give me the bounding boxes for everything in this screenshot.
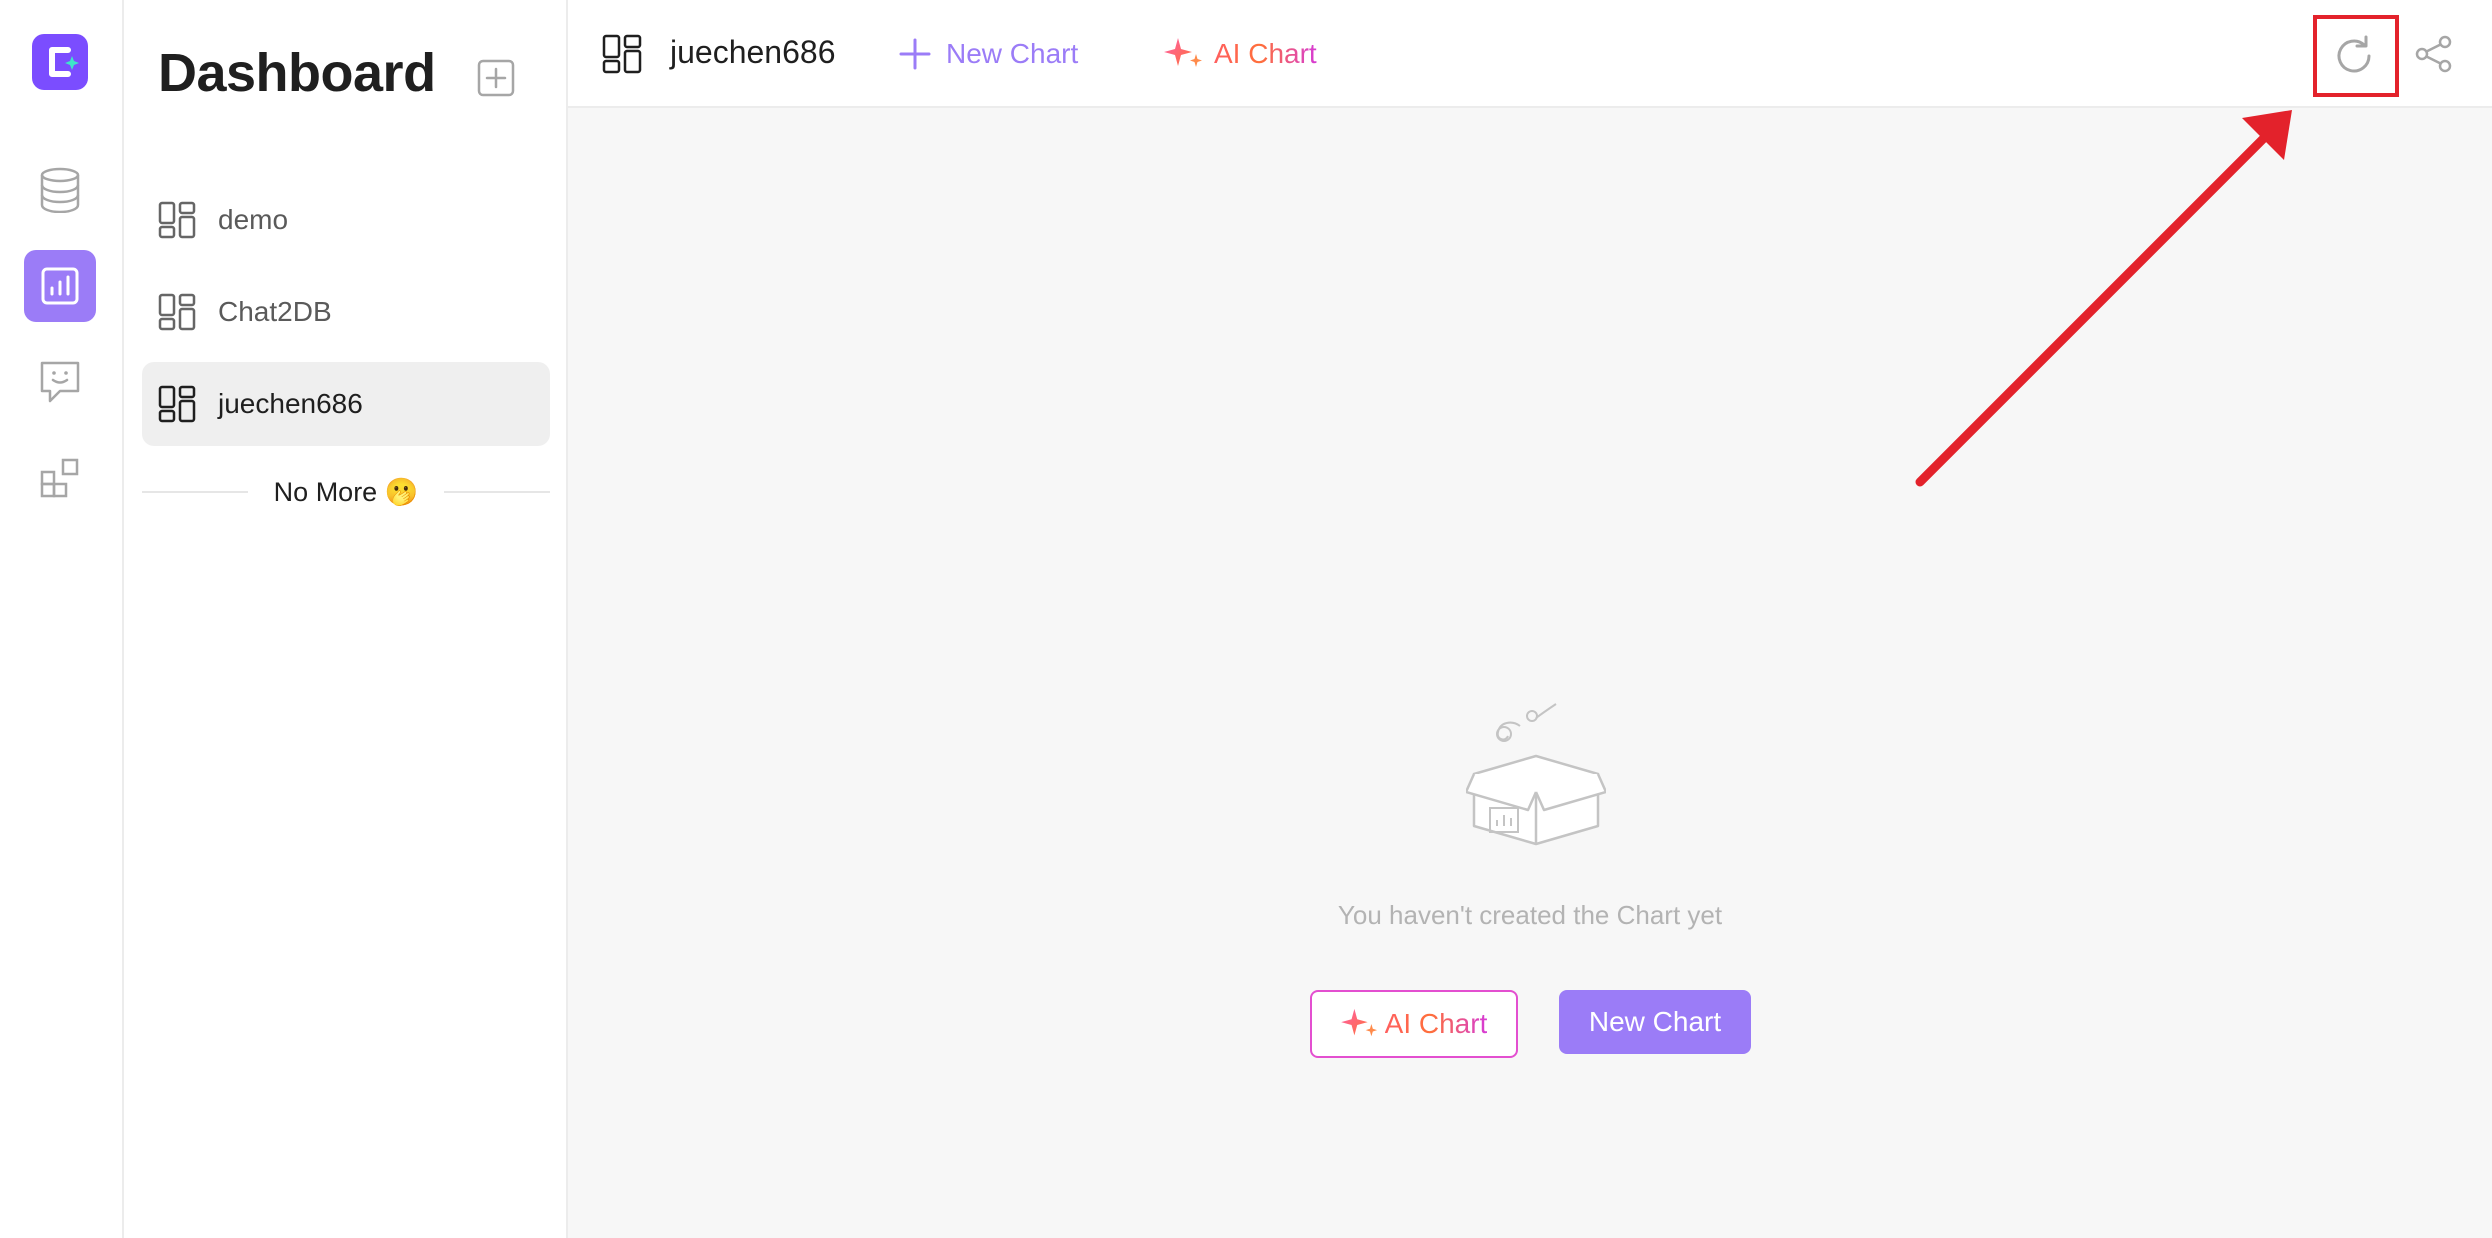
app-logo[interactable] [32,34,88,90]
sidebar-item-label: juechen686 [218,388,363,419]
sparkle-icon [1340,1008,1377,1037]
dashboard-grid-icon [158,201,196,239]
nav-dashboard[interactable] [24,250,96,322]
chat-bot-icon [40,361,80,403]
new-chart-button[interactable]: New Chart [1559,990,1751,1054]
dashboard-name: juechen686 [670,34,836,70]
dashboard-chart-icon [41,267,79,305]
dashboard-grid-icon [158,385,196,423]
ai-chart-link[interactable]: AI Chart [1164,30,1317,78]
empty-state-message: You haven't created the Chart yet [1337,900,1723,930]
apps-icon [40,458,79,498]
dashboard-grid-icon [602,34,642,74]
ai-chart-label: AI Chart [1214,38,1317,69]
new-chart-label: New Chart [946,38,1079,69]
sidebar-item-label: demo [218,204,289,235]
share-icon [2415,35,2452,73]
database-icon [40,167,80,213]
annotation-highlight-box [2313,15,2399,97]
logo-icon [49,47,79,77]
sidebar-item-demo[interactable]: demo [142,178,550,262]
nav-chat[interactable] [24,346,96,418]
divider-line [444,491,550,493]
icon-rail [0,0,124,1238]
nav-apps[interactable] [24,442,96,514]
plus-icon [899,38,931,70]
dashboard-sidebar: Dashboard demo Chat2DB juechen686 No Mor… [124,0,568,1238]
divider-line [142,491,248,493]
sidebar-item-juechen686[interactable]: juechen686 [142,362,550,446]
nav-database[interactable] [24,154,96,226]
ai-chart-button[interactable]: AI Chart [1310,990,1518,1058]
new-chart-link[interactable]: New Chart [898,30,1078,78]
sparkle-icon [1164,38,1202,67]
dashboard-grid-icon [158,293,196,331]
dashboard-canvas: You haven't created the Chart yet AI Cha… [568,108,2492,1238]
sidebar-title: Dashboard [158,43,436,103]
top-bar: juechen686 New Chart AI Chart [568,0,2492,108]
share-button[interactable] [2410,30,2458,78]
empty-box-icon [1466,703,1606,846]
sidebar-item-chat2db[interactable]: Chat2DB [142,270,550,354]
ai-chart-button-label: AI Chart [1384,1008,1488,1039]
sidebar-item-label: Chat2DB [218,296,332,327]
no-more-text: No More 🫢 [273,477,419,507]
list-end-divider: No More 🫢 [142,472,550,512]
plus-square-icon [477,59,515,97]
add-dashboard-button[interactable] [476,58,516,98]
